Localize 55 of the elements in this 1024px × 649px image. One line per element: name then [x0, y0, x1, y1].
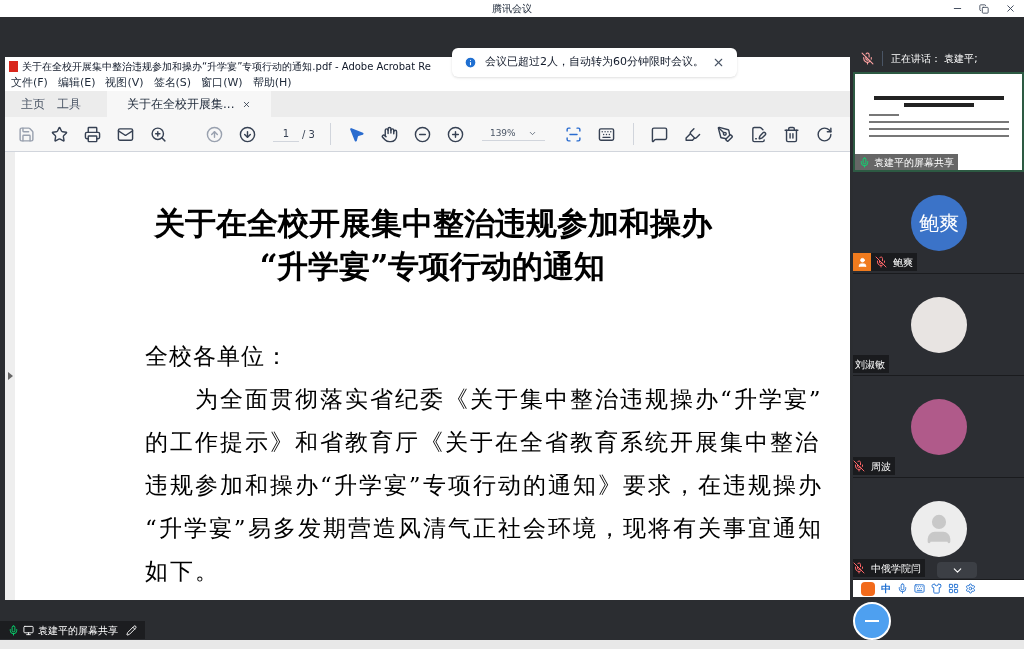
pencil-icon[interactable] — [126, 624, 137, 636]
avatar: 鲍爽 — [910, 194, 967, 251]
mic-icon[interactable] — [897, 583, 908, 594]
minus-icon — [865, 620, 879, 622]
menu-item[interactable]: 窗口(W) — [201, 76, 243, 90]
mic-muted-icon — [861, 52, 874, 65]
participant-name: 周波 — [870, 459, 891, 474]
close-tab-icon[interactable] — [242, 99, 252, 109]
mic-icon — [859, 156, 870, 168]
notification-text: 会议已超过2人，自动转为60分钟限时会议。 — [485, 54, 704, 71]
settings-icon[interactable] — [965, 583, 976, 594]
tab[interactable]: 主页 — [15, 91, 51, 117]
info-icon — [464, 56, 477, 69]
expand-arrow-icon[interactable] — [7, 372, 13, 380]
page-number-field[interactable]: 1 — [273, 126, 299, 142]
salutation: 全校各单位： — [145, 342, 290, 371]
menu-item[interactable]: 帮助(H) — [252, 76, 292, 90]
paragraph-line: 违规参加和操办“升学宴”专项行动的通知》要求，在违规操办 — [145, 471, 824, 500]
paragraph-line: “升学宴”易多发期营造风清气正社会环境，现将有关事宜通知 — [145, 514, 824, 543]
screen-icon — [23, 624, 34, 636]
mic-icon — [8, 624, 19, 636]
share-label: 袁建平的屏幕共享 — [38, 623, 118, 638]
tab[interactable]: 工具 — [51, 91, 87, 117]
tab[interactable]: 关于在全校开展集... — [107, 91, 272, 117]
collapse-button[interactable] — [937, 562, 977, 578]
document-window-title: 关于在全校开展集中整治违规参加和操办“升学宴”专项行动的通知.pdf - Adobe Acrobat Re — [22, 59, 431, 74]
window-title: 腾讯会议 — [492, 2, 532, 16]
paragraph-line: 为全面贯彻落实省纪委《关于集中整治违规操办“升学宴” — [194, 385, 824, 414]
participant-name: 中俄学院闫 — [870, 561, 921, 576]
participant-name: 刘淑敏 — [854, 357, 885, 372]
input-mode[interactable]: 中 — [881, 581, 891, 596]
paragraph-line: 如下。 — [145, 557, 221, 586]
share-label: 袁建平的屏幕共享 — [874, 155, 954, 170]
shirt-icon[interactable] — [931, 583, 942, 594]
floating-ball-button[interactable] — [853, 602, 891, 640]
document-title: 关于在全校开展集中整治违规参加和操办 — [153, 204, 712, 243]
screen-share-thumbnail[interactable]: 袁建平的屏幕共享 — [853, 72, 1024, 172]
participant-name: 鲍爽 — [892, 255, 913, 270]
menu-item[interactable]: 签名(S) — [153, 76, 192, 90]
pdf-file-icon — [9, 60, 18, 72]
keyboard-icon[interactable] — [914, 583, 925, 594]
paragraph-line: 的工作提示》和省教育厅《关于在全省教育系统开展集中整治 — [145, 428, 821, 457]
caret-icon — [527, 129, 537, 138]
page-total: / 3 — [302, 127, 315, 142]
menu-item[interactable]: 文件(F) — [11, 76, 48, 90]
zoom-dropdown[interactable]: 139% — [481, 126, 545, 142]
menu-item[interactable]: 编辑(E) — [57, 76, 96, 90]
close-icon[interactable] — [712, 56, 725, 69]
input-method-logo — [861, 581, 875, 596]
close-icon[interactable] — [1005, 3, 1016, 14]
document-title: “升学宴”专项行动的通知 — [259, 247, 606, 286]
grid-icon[interactable] — [948, 583, 959, 594]
menu-item[interactable]: 视图(V) — [105, 76, 144, 90]
speaker-indicator: 正在讲话： 袁建平; — [882, 51, 978, 66]
restore-icon[interactable] — [979, 3, 989, 14]
